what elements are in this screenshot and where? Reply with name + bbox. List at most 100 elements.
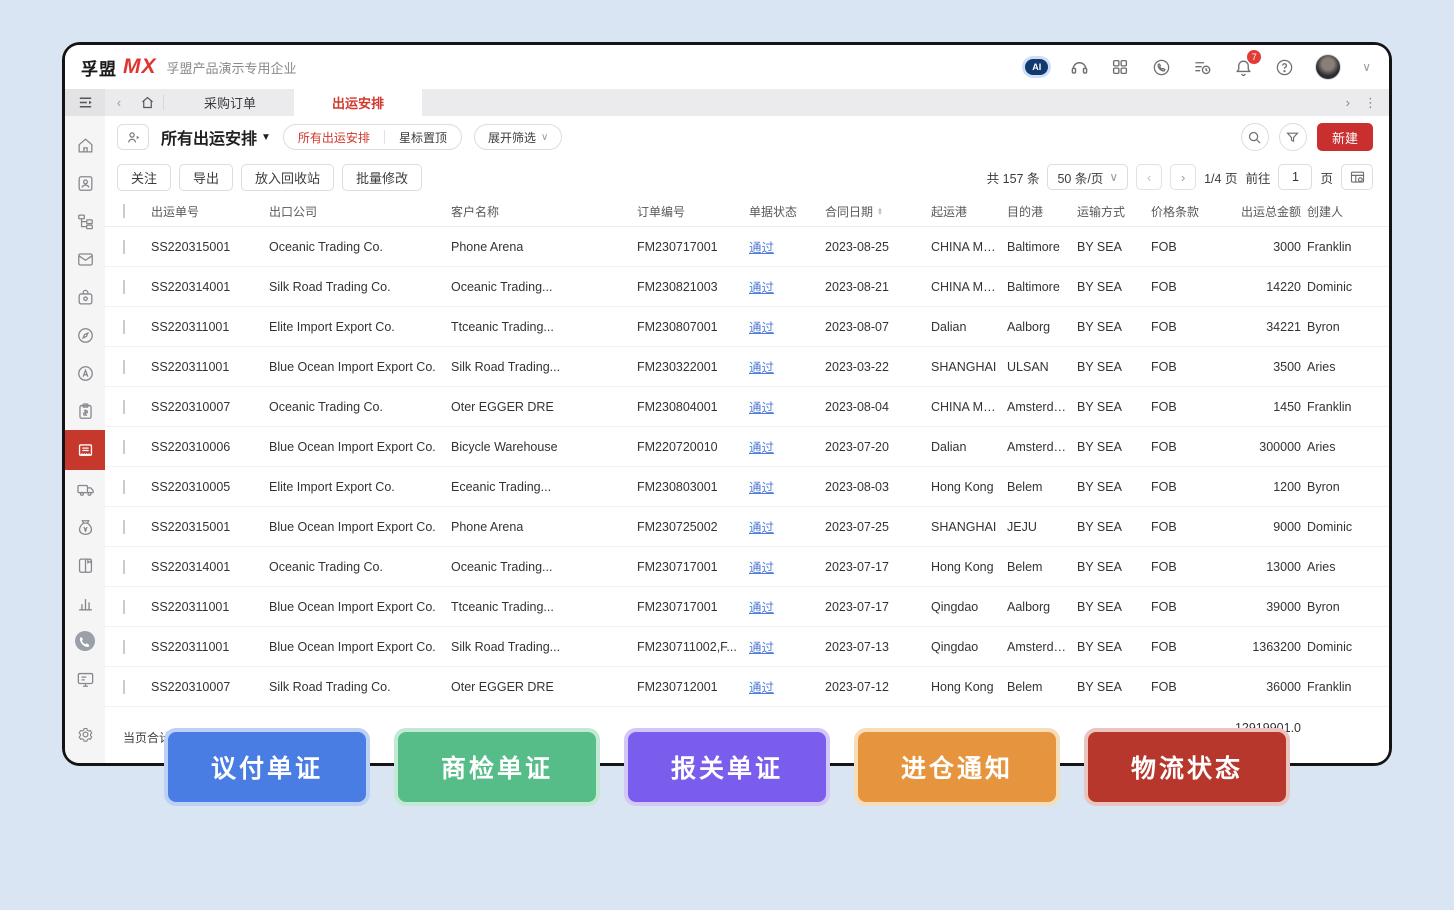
status-link[interactable]: 通过 <box>749 441 774 455</box>
status-link[interactable]: 通过 <box>749 561 774 575</box>
table-row[interactable]: SS220310007 Silk Road Trading Co. Oter E… <box>105 667 1389 707</box>
table-row[interactable]: SS220311001 Elite Import Export Co. Ttce… <box>105 307 1389 347</box>
help-icon[interactable] <box>1274 57 1294 77</box>
tab-purchase-orders[interactable]: 采购订单 <box>166 89 294 116</box>
goto-page-input[interactable] <box>1278 164 1312 190</box>
status-link[interactable]: 通过 <box>749 681 774 695</box>
flow-warehouse-notice-button[interactable]: 进仓通知 <box>854 728 1060 806</box>
row-checkbox[interactable] <box>123 440 125 454</box>
ai-badge[interactable]: AI <box>1025 59 1048 75</box>
flow-inspection-docs-button[interactable]: 商检单证 <box>394 728 600 806</box>
col-dest-port[interactable]: 目的港 <box>1007 203 1077 220</box>
row-checkbox[interactable] <box>123 280 125 294</box>
whatsapp-icon[interactable] <box>65 622 105 660</box>
task-list-icon[interactable] <box>1192 57 1212 77</box>
status-link[interactable]: 通过 <box>749 281 774 295</box>
flow-negotiation-docs-button[interactable]: 议付单证 <box>164 728 370 806</box>
headset-icon[interactable] <box>1069 57 1089 77</box>
col-contract-date[interactable]: 合同日期▲▼ <box>825 203 931 220</box>
invoice-icon-active[interactable] <box>65 430 105 470</box>
status-link[interactable]: 通过 <box>749 641 774 655</box>
table-row[interactable]: SS220311001 Blue Ocean Import Export Co.… <box>105 347 1389 387</box>
col-status[interactable]: 单据状态 <box>749 203 825 220</box>
row-checkbox[interactable] <box>123 480 125 494</box>
tab-forward-icon[interactable]: › <box>1346 95 1350 110</box>
search-icon[interactable] <box>1241 123 1269 151</box>
money-bag-icon[interactable] <box>65 508 105 546</box>
clipboard-icon[interactable] <box>65 392 105 430</box>
status-link[interactable]: 通过 <box>749 401 774 415</box>
batch-edit-button[interactable]: 批量修改 <box>342 164 422 191</box>
col-amount[interactable]: 出运总金额 <box>1237 203 1307 220</box>
contacts-icon[interactable] <box>65 164 105 202</box>
flow-logistics-status-button[interactable]: 物流状态 <box>1084 728 1290 806</box>
org-chart-icon[interactable] <box>65 202 105 240</box>
status-link[interactable]: 通过 <box>749 241 774 255</box>
mail-icon[interactable] <box>65 240 105 278</box>
avatar[interactable] <box>1315 54 1341 80</box>
sort-icon[interactable]: ▲▼ <box>877 208 883 216</box>
expand-filter-button[interactable]: 展开筛选 ∨ <box>474 124 562 150</box>
view-selector[interactable]: 所有出运安排 ▼ <box>161 125 271 149</box>
select-all-checkbox[interactable] <box>123 204 125 218</box>
bar-chart-icon[interactable] <box>65 584 105 622</box>
row-checkbox[interactable] <box>123 560 125 574</box>
follow-button[interactable]: 关注 <box>117 164 171 191</box>
row-checkbox[interactable] <box>123 600 125 614</box>
row-checkbox[interactable] <box>123 520 125 534</box>
truck-icon[interactable] <box>65 470 105 508</box>
row-checkbox[interactable] <box>123 400 125 414</box>
flow-customs-docs-button[interactable]: 报关单证 <box>624 728 830 806</box>
row-checkbox[interactable] <box>123 360 125 374</box>
tab-more-icon[interactable]: ⋮ <box>1364 95 1377 111</box>
page-size-select[interactable]: 50 条/页 ∨ <box>1047 164 1128 190</box>
home-tab-icon[interactable] <box>133 89 161 116</box>
column-settings-icon[interactable] <box>1341 164 1373 190</box>
status-link[interactable]: 通过 <box>749 321 774 335</box>
col-ship-no[interactable]: 出运单号 <box>151 203 269 220</box>
col-transport[interactable]: 运输方式 <box>1077 203 1151 220</box>
quick-filter-starred[interactable]: 星标置顶 <box>385 125 461 149</box>
col-origin-port[interactable]: 起运港 <box>931 203 1007 220</box>
table-row[interactable]: SS220310005 Elite Import Export Co. Ecea… <box>105 467 1389 507</box>
export-button[interactable]: 导出 <box>179 164 233 191</box>
phone-icon[interactable] <box>1151 57 1171 77</box>
bell-icon[interactable]: 7 <box>1233 57 1253 77</box>
col-customer[interactable]: 客户名称 <box>451 203 637 220</box>
table-row[interactable]: SS220314001 Oceanic Trading Co. Oceanic … <box>105 547 1389 587</box>
row-checkbox[interactable] <box>123 640 125 654</box>
quick-filter-all[interactable]: 所有出运安排 <box>284 125 384 149</box>
table-row[interactable]: SS220310007 Oceanic Trading Co. Oter EGG… <box>105 387 1389 427</box>
new-button[interactable]: 新建 <box>1317 123 1373 151</box>
next-page-button[interactable]: › <box>1170 164 1196 190</box>
table-row[interactable]: SS220314001 Silk Road Trading Co. Oceani… <box>105 267 1389 307</box>
funnel-icon[interactable] <box>1279 123 1307 151</box>
prev-page-button[interactable]: ‹ <box>1136 164 1162 190</box>
tab-shipping-arrangement[interactable]: 出运安排 <box>294 89 422 116</box>
home-icon[interactable] <box>65 126 105 164</box>
status-link[interactable]: 通过 <box>749 481 774 495</box>
owner-filter-icon[interactable] <box>117 124 149 150</box>
row-checkbox[interactable] <box>123 680 125 694</box>
row-checkbox[interactable] <box>123 320 125 334</box>
ledger-icon[interactable] <box>65 546 105 584</box>
recycle-bin-button[interactable]: 放入回收站 <box>241 164 334 191</box>
apps-grid-icon[interactable] <box>1110 57 1130 77</box>
compass-icon[interactable] <box>65 316 105 354</box>
bag-icon[interactable] <box>65 278 105 316</box>
col-exporter[interactable]: 出口公司 <box>269 203 451 220</box>
status-link[interactable]: 通过 <box>749 361 774 375</box>
table-row[interactable]: SS220315001 Oceanic Trading Co. Phone Ar… <box>105 227 1389 267</box>
status-link[interactable]: 通过 <box>749 521 774 535</box>
table-row[interactable]: SS220311001 Blue Ocean Import Export Co.… <box>105 587 1389 627</box>
menu-collapse-icon[interactable] <box>65 89 105 116</box>
nav-back-icon[interactable]: ‹ <box>105 89 133 116</box>
col-order-no[interactable]: 订单编号 <box>637 203 749 220</box>
table-row[interactable]: SS220311001 Blue Ocean Import Export Co.… <box>105 627 1389 667</box>
table-row[interactable]: SS220310006 Blue Ocean Import Export Co.… <box>105 427 1389 467</box>
table-row[interactable]: SS220315001 Blue Ocean Import Export Co.… <box>105 507 1389 547</box>
col-price-terms[interactable]: 价格条款 <box>1151 203 1237 220</box>
col-creator[interactable]: 创建人 <box>1307 203 1389 220</box>
circle-a-icon[interactable] <box>65 354 105 392</box>
chevron-down-icon[interactable]: ∨ <box>1362 60 1371 74</box>
